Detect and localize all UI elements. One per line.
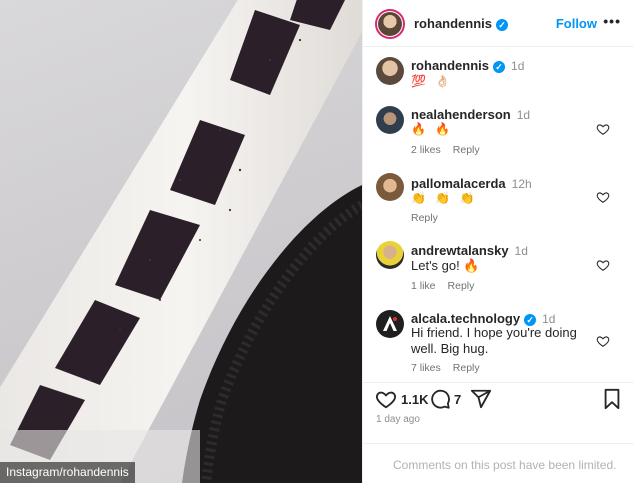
comment-meta: 7 likes Reply (411, 362, 492, 374)
comment-text: 👏 👏 👏 (411, 191, 478, 205)
comments-limited-notice: Comments on this post have been limited. (393, 458, 617, 472)
comment-text: Hi friend. I hope you're doing well. Big… (411, 325, 577, 356)
post-header: rohandennis ✓ Follow ••• (363, 0, 634, 47)
comment-count[interactable]: 7 (454, 392, 461, 407)
save-bookmark-icon[interactable] (602, 388, 622, 410)
like-comment-heart-icon[interactable] (596, 122, 610, 136)
reply-button[interactable]: Reply (453, 362, 480, 374)
reply-button[interactable]: Reply (453, 144, 480, 156)
comment-username[interactable]: pallomalacerda 12h (411, 176, 532, 191)
author-avatar[interactable] (375, 9, 405, 39)
verified-badge-icon: ✓ (493, 61, 506, 73)
comment-bubble-icon[interactable] (429, 388, 451, 410)
like-count[interactable]: 1.1K (401, 392, 428, 407)
author-username[interactable]: rohandennis ✓ (414, 16, 509, 31)
comment-meta: 1 like Reply (411, 280, 486, 292)
caption-avatar[interactable] (376, 57, 404, 85)
comment-avatar[interactable] (376, 173, 404, 201)
like-heart-icon[interactable] (375, 388, 397, 410)
follow-button[interactable]: Follow (556, 16, 597, 31)
comment-avatar[interactable] (376, 241, 404, 269)
comment-likes[interactable]: 7 likes (411, 362, 441, 374)
post-actions: 1.1K 7 1 day ago (363, 382, 634, 442)
comment-likes[interactable]: 1 like (411, 280, 436, 292)
share-send-icon[interactable] (470, 388, 492, 410)
more-options-icon[interactable]: ••• (603, 13, 621, 29)
photo-credit: Instagram/rohandennis (0, 462, 135, 483)
comment-meta: Reply (411, 212, 450, 224)
alcala-logo-icon (383, 316, 397, 331)
comment-avatar[interactable] (376, 310, 404, 338)
comment-avatar[interactable] (376, 106, 404, 134)
comment-text: 🔥 🔥 (411, 122, 454, 136)
like-comment-heart-icon[interactable] (596, 334, 610, 348)
bicycle-frame-image (0, 0, 362, 483)
comment-likes[interactable]: 2 likes (411, 144, 441, 156)
caption-text: 💯 👌🏻 (411, 74, 454, 88)
post-details-panel: rohandennis ✓ Follow ••• rohandennis ✓ 1d 💯… (362, 0, 634, 483)
reply-button[interactable]: Reply (448, 280, 475, 292)
post-timestamp: 1 day ago (376, 414, 420, 425)
like-comment-heart-icon[interactable] (596, 190, 610, 204)
comment-meta: 2 likes Reply (411, 144, 492, 156)
comments-footer: Comments on this post have been limited. (363, 443, 634, 483)
comment-username[interactable]: andrewtalansky 1d (411, 243, 528, 258)
comment-text: Let's go! 🔥 (411, 258, 480, 273)
verified-badge-icon: ✓ (496, 19, 509, 31)
comment-username[interactable]: nealahenderson 1d (411, 107, 530, 122)
like-comment-heart-icon[interactable] (596, 258, 610, 272)
comment-username[interactable]: alcala.technology ✓ 1d (411, 311, 555, 326)
caption-username[interactable]: rohandennis ✓ 1d (411, 58, 524, 73)
post-image[interactable]: Instagram/rohandennis (0, 0, 362, 483)
reply-button[interactable]: Reply (411, 212, 438, 224)
